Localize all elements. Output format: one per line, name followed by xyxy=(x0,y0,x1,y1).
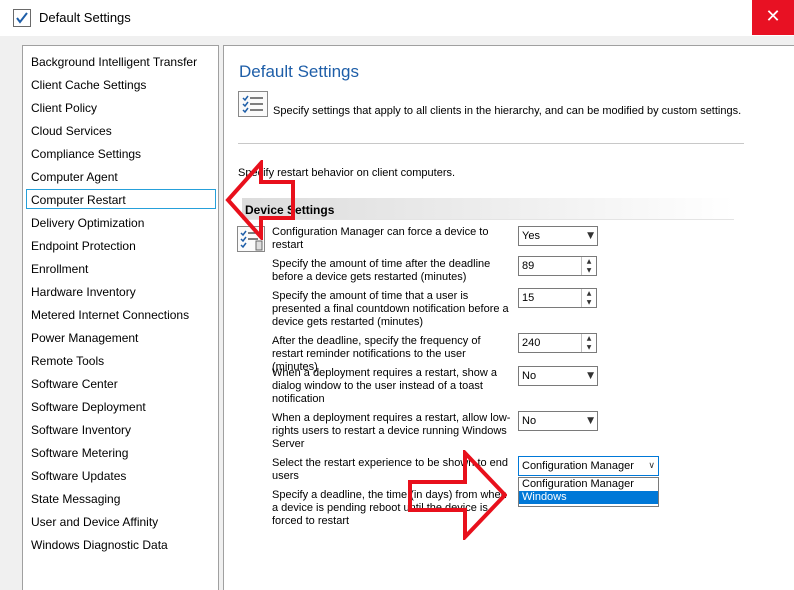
right-arrow-annotation xyxy=(408,450,507,540)
close-button[interactable]: ✕ xyxy=(752,0,794,35)
restart-delay-value: 89 xyxy=(522,260,535,272)
spin-down-icon[interactable]: ▼ xyxy=(582,266,596,275)
nav-item-remote-tools[interactable]: Remote Tools xyxy=(31,351,104,371)
spin-down-icon[interactable]: ▼ xyxy=(582,343,596,352)
spin-down-icon[interactable]: ▼ xyxy=(582,298,596,307)
setting-label-low-rights-restart: When a deployment requires a restart, al… xyxy=(272,412,511,450)
settings-checklist-icon xyxy=(13,9,31,27)
nav-item-software-center[interactable]: Software Center xyxy=(31,374,118,394)
nav-item-windows-diagnostic-data[interactable]: Windows Diagnostic Data xyxy=(31,535,168,555)
nav-item-power-management[interactable]: Power Management xyxy=(31,328,138,348)
page-description: Specify settings that apply to all clien… xyxy=(273,105,742,117)
setting-label-restart-delay: Specify the amount of time after the dea… xyxy=(272,258,491,283)
nav-item-metered-internet-connections[interactable]: Metered Internet Connections xyxy=(31,305,189,325)
reminder-frequency-stepper[interactable]: 240 ▲ ▼ xyxy=(518,333,597,353)
low-rights-restart-value: No xyxy=(522,415,537,427)
restart-experience-dropdown[interactable]: Configuration Manager Windows xyxy=(518,477,659,507)
chevron-down-icon: ▼ xyxy=(587,231,594,241)
close-icon: ✕ xyxy=(765,6,781,27)
settings-category-list: Background Intelligent Transfer Client C… xyxy=(22,45,219,590)
nav-item-compliance-settings[interactable]: Compliance Settings xyxy=(31,144,141,164)
spin-buttons[interactable]: ▲ ▼ xyxy=(581,334,596,352)
setting-label-dialog-window: When a deployment requires a restart, sh… xyxy=(272,367,498,405)
nav-item-endpoint-protection[interactable]: Endpoint Protection xyxy=(31,236,136,256)
spin-up-icon[interactable]: ▲ xyxy=(582,257,596,266)
page-title: Default Settings xyxy=(239,62,360,81)
force-restart-select[interactable]: Yes ▼ xyxy=(518,226,598,246)
nav-item-hardware-inventory[interactable]: Hardware Inventory xyxy=(31,282,136,302)
dialog-window-value: No xyxy=(522,370,537,382)
spin-buttons[interactable]: ▲ ▼ xyxy=(581,257,596,275)
chevron-down-icon: ▼ xyxy=(587,416,594,426)
spin-buttons[interactable]: ▲ ▼ xyxy=(581,289,596,307)
spin-up-icon[interactable]: ▲ xyxy=(582,289,596,298)
nav-item-computer-restart[interactable]: Computer Restart xyxy=(26,189,216,209)
default-settings-window: Default Settings ✕ Background Intelligen… xyxy=(0,0,794,590)
dialog-window-select[interactable]: No ▼ xyxy=(518,366,598,386)
section-header: Device Settings xyxy=(242,198,734,220)
spin-up-icon[interactable]: ▲ xyxy=(582,334,596,343)
settings-list-icon xyxy=(238,91,268,117)
setting-label-force-restart: Configuration Manager can force a device… xyxy=(272,226,489,251)
nav-item-user-and-device-affinity[interactable]: User and Device Affinity xyxy=(31,512,158,532)
reminder-frequency-value: 240 xyxy=(522,337,541,349)
nav-item-enrollment[interactable]: Enrollment xyxy=(31,259,88,279)
title-bar: Default Settings ✕ xyxy=(0,0,794,36)
restart-experience-value: Configuration Manager xyxy=(522,460,634,472)
nav-item-state-messaging[interactable]: State Messaging xyxy=(31,489,120,509)
countdown-stepper[interactable]: 15 ▲ ▼ xyxy=(518,288,597,308)
nav-item-client-cache-settings[interactable]: Client Cache Settings xyxy=(31,75,146,95)
chevron-down-icon: ▼ xyxy=(587,371,594,381)
settings-detail-panel: Default Settings Specify settings that a… xyxy=(223,45,794,590)
divider xyxy=(238,143,744,144)
nav-item-software-metering[interactable]: Software Metering xyxy=(31,443,128,463)
nav-item-computer-agent[interactable]: Computer Agent xyxy=(31,167,118,187)
restart-experience-select[interactable]: Configuration Manager ∨ xyxy=(518,456,659,476)
restart-delay-stepper[interactable]: 89 ▲ ▼ xyxy=(518,256,597,276)
force-restart-value: Yes xyxy=(522,230,540,242)
nav-item-cloud-services[interactable]: Cloud Services xyxy=(31,121,112,141)
nav-item-client-policy[interactable]: Client Policy xyxy=(31,98,97,118)
low-rights-restart-select[interactable]: No ▼ xyxy=(518,411,598,431)
nav-item-software-inventory[interactable]: Software Inventory xyxy=(31,420,131,440)
chevron-down-icon: ∨ xyxy=(648,461,655,471)
dropdown-option-windows[interactable]: Windows xyxy=(519,491,658,504)
dropdown-option-configuration-manager[interactable]: Configuration Manager xyxy=(519,478,658,491)
left-arrow-annotation xyxy=(225,160,295,240)
nav-item-delivery-optimization[interactable]: Delivery Optimization xyxy=(31,213,144,233)
setting-label-countdown: Specify the amount of time that a user i… xyxy=(272,290,509,328)
nav-item-software-deployment[interactable]: Software Deployment xyxy=(31,397,146,417)
nav-item-background-intelligent-transfer[interactable]: Background Intelligent Transfer xyxy=(31,52,197,72)
nav-item-software-updates[interactable]: Software Updates xyxy=(31,466,126,486)
window-title: Default Settings xyxy=(39,10,131,25)
countdown-value: 15 xyxy=(522,292,535,304)
